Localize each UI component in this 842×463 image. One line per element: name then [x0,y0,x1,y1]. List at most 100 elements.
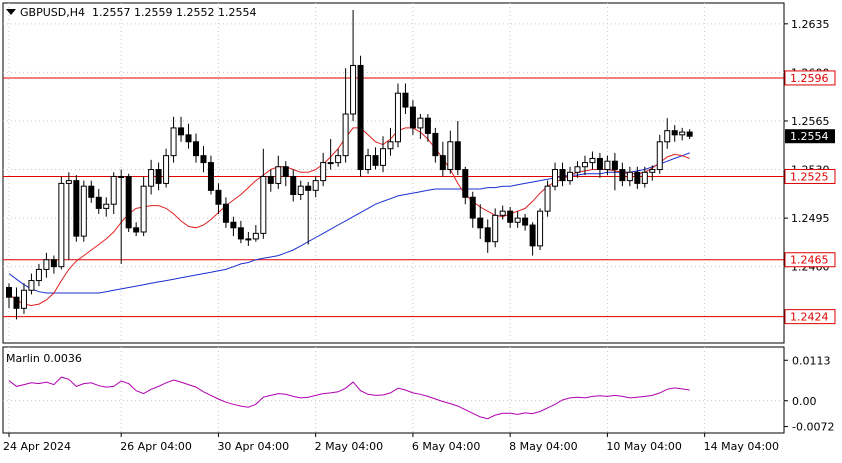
candle-body [200,155,207,164]
candle-body [589,157,596,164]
candle-body [649,169,656,173]
time-tick-label: 6 May 04:00 [412,440,480,453]
candle-body [537,210,544,247]
candle-body [35,268,42,282]
candle-body [73,180,80,237]
candle-body [611,160,618,171]
candle-body [402,92,409,108]
price-tick-label: 1.2565 [791,115,830,128]
candle-body [58,182,65,268]
chart-canvas[interactable]: 1.26351.26001.25651.25301.24951.24601.25… [0,0,842,459]
candle-body [380,148,386,166]
candle-body [95,196,102,209]
candle-body [477,217,484,229]
candle-body [215,189,222,205]
time-tick-label: 14 May 04:00 [704,440,779,453]
candle-body [514,217,521,223]
candle-body [80,185,87,237]
candle [394,83,401,148]
candle-body [28,280,35,291]
candle-body [267,175,274,184]
candle-body [626,171,633,182]
candle-body [140,185,147,233]
candle-body [619,169,626,182]
candle-body [447,141,454,171]
main-panel-frame [2,2,785,344]
candle-body [462,169,469,198]
price-tick-label: 1.2635 [791,18,830,31]
symbol-title: GBPUSD,H4 [20,6,85,19]
candle-body [634,171,641,184]
time-tick-label: 8 May 04:00 [509,440,577,453]
candle-body [596,157,603,171]
candle-body [484,227,491,243]
candle-body [230,221,237,229]
candle-body [387,141,394,150]
main-price-panel [2,2,785,344]
candle [58,176,65,270]
candle-body [656,141,663,171]
candle-body [327,162,334,165]
candle-body [522,217,529,226]
indicator-tick-label: 0.0113 [792,354,831,367]
candle-body [686,131,693,137]
candle-body [529,224,536,247]
candle-body [507,210,514,223]
candle-body [118,175,125,178]
candle-body [163,155,170,184]
candle-body [275,166,282,184]
candle-body [469,196,476,219]
candle-body [282,166,289,177]
candle-body [664,130,671,143]
candle-body [103,203,110,209]
current-price-label: 1.2554 [790,130,829,143]
candle-body [671,130,678,136]
candle-body [20,289,27,309]
candle-body [13,296,20,309]
time-tick-label: 24 Apr 2024 [3,440,71,453]
candle-body [193,141,199,157]
candle-body [499,210,506,216]
marlin-indicator-panel [2,346,785,434]
candle-body [439,155,446,171]
candle-body [581,162,588,168]
time-tick-label: 26 Apr 04:00 [120,440,192,453]
candle-body [552,169,559,187]
candle-body [260,175,267,234]
candle-body [297,185,304,196]
candle-body [252,232,259,240]
candle-body [544,185,551,212]
indicator-tick-label: -0.0072 [792,421,834,434]
candle-body [492,214,499,243]
candle-body [110,175,117,205]
candle-body [6,286,12,298]
indicator-tick-label: 0.00 [792,395,817,408]
candle-body [148,169,155,187]
candle-body [574,166,581,173]
candle-body [559,169,566,182]
time-tick-label: 2 May 04:00 [315,440,383,453]
candle-body [312,180,319,191]
candle-body [237,227,244,240]
candle-body [222,203,229,223]
candle [357,55,364,177]
candle [537,208,544,251]
candle-body [372,155,379,166]
candle-body [65,180,72,184]
candle-body [155,169,162,184]
candle-body [409,106,416,129]
chart-window: 1.26351.26001.25651.25301.24951.24601.25… [0,0,842,459]
level-label: 1.2596 [790,72,829,85]
candle-body [424,117,431,134]
time-tick-label: 30 Apr 04:00 [217,440,289,453]
candle [73,175,80,242]
candle [544,180,551,217]
candle-body [125,175,132,229]
candle-body [342,113,349,157]
candle-body [43,259,50,270]
candle-body [170,127,177,157]
time-tick-label: 10 May 04:00 [606,440,681,453]
candle-body [417,117,424,129]
candle-body [454,141,461,171]
candle-body [641,171,648,184]
